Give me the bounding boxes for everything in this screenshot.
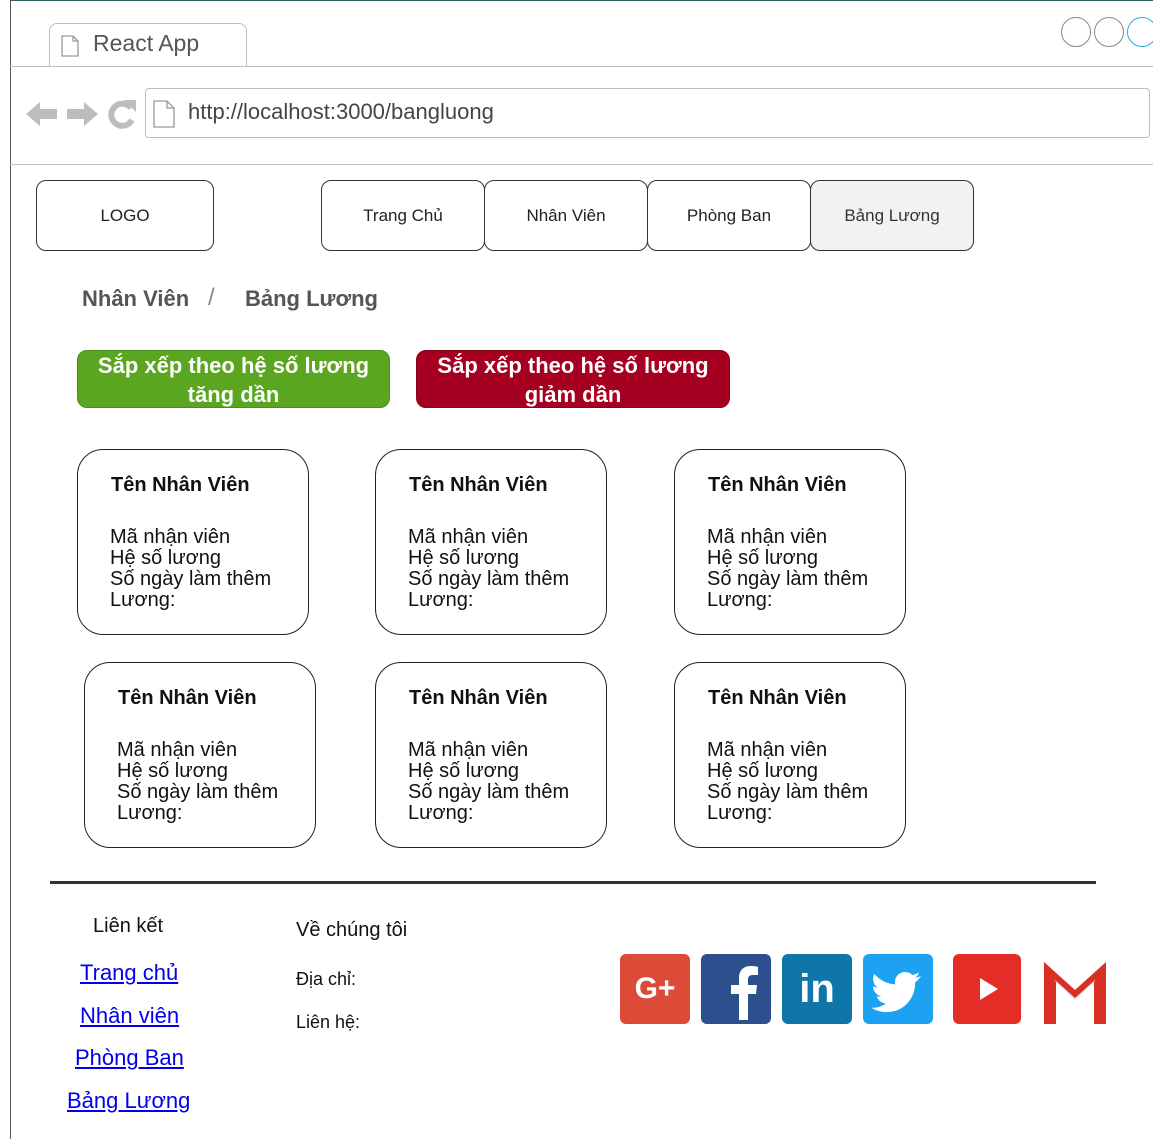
youtube-play-glyph [980, 978, 998, 1000]
gmail-icon[interactable] [1040, 952, 1110, 1026]
employee-id: Mã nhận viên [117, 739, 238, 761]
salary: Lương: [408, 589, 474, 611]
salary-coefficient: Hệ số lương [408, 547, 519, 569]
employee-name: Tên Nhân Viên [118, 687, 257, 709]
employee-id: Mã nhận viên [408, 526, 529, 548]
sort-ascending-label-line1: Sắp xếp theo hệ số lương [97, 353, 370, 378]
salary-coefficient: Hệ số lương [707, 547, 818, 569]
tab-title: React App [93, 30, 200, 56]
employee-id: Mã nhận viên [707, 739, 828, 761]
breadcrumb-separator: / [208, 284, 215, 311]
window-button-minimize[interactable] [1061, 17, 1091, 47]
footer-link-phong-ban[interactable]: Phòng Ban [75, 1045, 184, 1071]
window-left-border [10, 0, 11, 1139]
salary-coefficient: Hệ số lương [110, 547, 221, 569]
toolbar-divider [10, 164, 1153, 165]
nav-item-nhan-vien[interactable]: Nhân Viên [484, 180, 648, 251]
employee-salary-card[interactable]: Tên Nhân Viên Mã nhận viên Hệ số lương S… [674, 662, 906, 848]
employee-salary-card[interactable]: Tên Nhân Viên Mã nhận viên Hệ số lương S… [375, 662, 607, 848]
window-button-maximize[interactable] [1094, 17, 1124, 47]
overtime-days: Số ngày làm thêm [707, 568, 869, 590]
employee-name: Tên Nhân Viên [708, 687, 847, 709]
google-plus-icon[interactable]: G+ [620, 954, 690, 1024]
footer-link-nhan-vien[interactable]: Nhân viên [80, 1003, 179, 1029]
footer-links-heading: Liên kết [93, 915, 164, 937]
breadcrumb-current: Bảng Lương [245, 286, 378, 311]
salary-coefficient: Hệ số lương [117, 760, 228, 782]
sort-descending-button[interactable]: Sắp xếp theo hệ số lương giảm dần [416, 350, 730, 408]
footer-contact-label: Liên hệ: [296, 1012, 361, 1032]
salary: Lương: [110, 589, 176, 611]
salary-coefficient: Hệ số lương [707, 760, 818, 782]
employee-name: Tên Nhân Viên [409, 474, 548, 496]
overtime-days: Số ngày làm thêm [117, 781, 279, 803]
employee-name: Tên Nhân Viên [409, 687, 548, 709]
linkedin-icon[interactable]: in [782, 954, 852, 1024]
employee-salary-card[interactable]: Tên Nhân Viên Mã nhận viên Hệ số lương S… [375, 449, 607, 635]
salary: Lương: [408, 802, 474, 824]
salary: Lương: [707, 802, 773, 824]
gmail-m-glyph [1044, 962, 1106, 1024]
overtime-days: Số ngày làm thêm [408, 568, 570, 590]
overtime-days: Số ngày làm thêm [707, 781, 869, 803]
window-top-border [10, 0, 1153, 1]
reload-icon[interactable] [104, 96, 138, 132]
back-arrow-icon[interactable] [24, 96, 60, 132]
sort-ascending-label-line2: tăng dần [187, 382, 280, 407]
employee-salary-card[interactable]: Tên Nhân Viên Mã nhận viên Hệ số lương S… [674, 449, 906, 635]
salary: Lương: [707, 589, 773, 611]
footer-about-heading: Về chúng tôi [296, 919, 408, 941]
employee-salary-card[interactable]: Tên Nhân Viên Mã nhận viên Hệ số lương S… [77, 449, 309, 635]
footer-link-trang-chu[interactable]: Trang chủ [80, 960, 178, 986]
employee-salary-card[interactable]: Tên Nhân Viên Mã nhận viên Hệ số lương S… [84, 662, 316, 848]
nav-item-trang-chu[interactable]: Trang Chủ [321, 180, 485, 251]
breadcrumb-parent[interactable]: Nhân Viên [82, 286, 189, 312]
employee-id: Mã nhận viên [408, 739, 529, 761]
facebook-icon[interactable] [701, 954, 771, 1024]
sort-ascending-button[interactable]: Sắp xếp theo hệ số lương tăng dần [77, 350, 390, 408]
overtime-days: Số ngày làm thêm [408, 781, 570, 803]
footer-address-label: Địa chỉ: [296, 969, 357, 989]
overtime-days: Số ngày làm thêm [110, 568, 272, 590]
nav-item-bang-luong[interactable]: Bảng Lương [810, 180, 974, 251]
salary-coefficient: Hệ số lương [408, 760, 519, 782]
employee-name: Tên Nhân Viên [111, 474, 250, 496]
page-icon [153, 100, 175, 128]
twitter-bird-glyph [871, 972, 921, 1013]
tab-strip-divider [10, 66, 1153, 67]
facebook-glyph [731, 966, 758, 1020]
employee-name: Tên Nhân Viên [708, 474, 847, 496]
footer-divider [50, 881, 1096, 884]
footer-link-bang-luong[interactable]: Bảng Lương [67, 1088, 190, 1114]
salary: Lương: [117, 802, 183, 824]
employee-id: Mã nhận viên [707, 526, 828, 548]
window-button-close[interactable] [1127, 17, 1153, 47]
twitter-icon[interactable] [863, 954, 933, 1024]
url-text[interactable]: http://localhost:3000/bangluong [188, 99, 494, 125]
sort-descending-label-line1: Sắp xếp theo hệ số lương [437, 353, 709, 378]
forward-arrow-icon[interactable] [64, 96, 100, 132]
youtube-icon[interactable] [953, 954, 1021, 1024]
employee-id: Mã nhận viên [110, 526, 231, 548]
page-icon [61, 35, 79, 57]
nav-item-phong-ban[interactable]: Phòng Ban [647, 180, 811, 251]
logo[interactable]: LOGO [36, 180, 214, 251]
sort-descending-label-line2: giảm dần [524, 382, 622, 407]
